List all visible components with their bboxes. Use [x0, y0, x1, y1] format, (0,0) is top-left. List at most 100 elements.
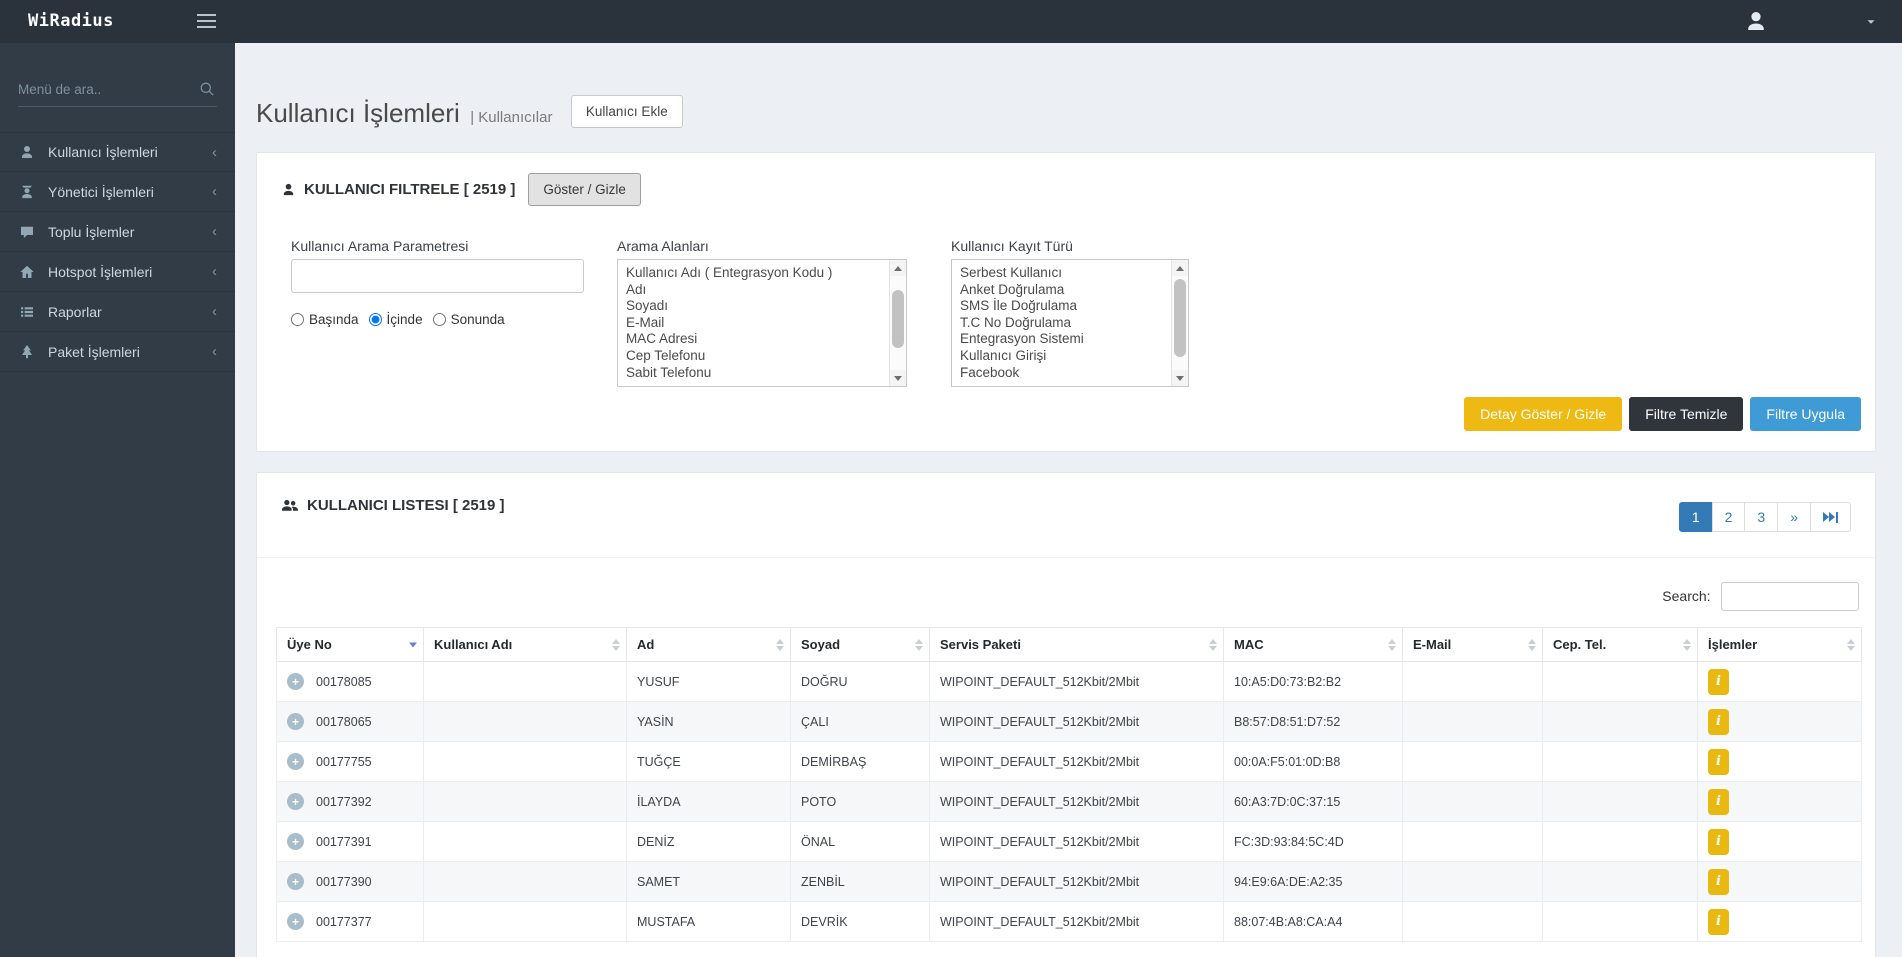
table-header-cell[interactable]: Cep. Tel.: [1543, 628, 1698, 662]
scrollbar-thumb[interactable]: [1174, 279, 1186, 357]
main-content: Kullanıcı İşlemleri | Kullanıcılar Kulla…: [235, 43, 1902, 957]
listbox-option[interactable]: Cep Telefonu: [626, 348, 884, 365]
expand-row-button[interactable]: +: [287, 833, 304, 850]
scrollbar[interactable]: [1171, 260, 1188, 386]
row-info-button[interactable]: i: [1708, 709, 1729, 735]
next-page-button[interactable]: »: [1777, 502, 1811, 532]
sort-icons[interactable]: [1847, 639, 1855, 651]
expand-row-button[interactable]: +: [287, 793, 304, 810]
chevron-down-icon[interactable]: [1864, 15, 1878, 29]
sort-icons[interactable]: [776, 639, 784, 651]
search-param-input[interactable]: [291, 259, 584, 293]
listbox-option[interactable]: SMS İle Doğrulama: [960, 298, 1166, 315]
listbox-option[interactable]: Facebook: [960, 365, 1166, 382]
listbox-option[interactable]: Entegrasyon Sistemi: [960, 331, 1166, 348]
row-info-button[interactable]: i: [1708, 829, 1729, 855]
search-fields-group: Arama Alanları Kullanıcı Adı ( Entegrasy…: [617, 238, 907, 387]
email-value: [1403, 902, 1543, 942]
sidebar-item-raporlar[interactable]: Raporlar ‹: [0, 292, 235, 332]
table-row[interactable]: +00177392 İLAYDA POTO WIPOINT_DEFAULT_51…: [277, 782, 1862, 822]
scroll-down-icon[interactable]: [890, 370, 906, 386]
detail-toggle-button[interactable]: Detay Göster / Gizle: [1464, 397, 1622, 431]
sidebar-item-yonetici-islemleri[interactable]: Yönetici İşlemleri ‹: [0, 172, 235, 212]
sort-icons[interactable]: [1683, 639, 1691, 651]
table-header-cell[interactable]: Servis Paketi: [930, 628, 1224, 662]
table-row[interactable]: +00177390 SAMET ZENBİL WIPOINT_DEFAULT_5…: [277, 862, 1862, 902]
listbox-option[interactable]: Adı: [626, 282, 884, 299]
sort-icons[interactable]: [612, 639, 620, 651]
row-info-button[interactable]: i: [1708, 669, 1729, 695]
comment-icon: [19, 224, 35, 240]
listbox-option[interactable]: Soyadı: [626, 298, 884, 315]
sidebar-item-hotspot-islemleri[interactable]: Hotspot İşlemleri ‹: [0, 252, 235, 292]
table-row[interactable]: +00178065 YASİN ÇALI WIPOINT_DEFAULT_512…: [277, 702, 1862, 742]
table-header-cell[interactable]: Ad: [627, 628, 791, 662]
table-header-cell[interactable]: İşlemler: [1698, 628, 1862, 662]
sort-icons[interactable]: [915, 639, 923, 651]
row-info-button[interactable]: i: [1708, 749, 1729, 775]
kullanici-adi-value: [424, 902, 627, 942]
radio-input[interactable]: [433, 313, 446, 326]
row-info-button[interactable]: i: [1708, 869, 1729, 895]
last-page-button[interactable]: [1810, 502, 1851, 532]
sidebar-search-input[interactable]: [18, 82, 188, 97]
sidebar-item-toplu-islemler[interactable]: Toplu İşlemler ‹: [0, 212, 235, 252]
scroll-down-icon[interactable]: [1172, 370, 1188, 386]
radio-option[interactable]: Başında: [291, 312, 359, 327]
sort-icons[interactable]: [1209, 639, 1217, 651]
table-row[interactable]: +00178085 YUSUF DOĞRU WIPOINT_DEFAULT_51…: [277, 662, 1862, 702]
radio-option[interactable]: Sonunda: [433, 312, 505, 327]
registration-type-listbox[interactable]: Serbest KullanıcıAnket DoğrulamaSMS İle …: [951, 259, 1189, 387]
listbox-option[interactable]: E-Mail: [626, 315, 884, 332]
listbox-option[interactable]: Serbest Kullanıcı: [960, 265, 1166, 282]
table-row[interactable]: +00177755 TUĞÇE DEMİRBAŞ WIPOINT_DEFAULT…: [277, 742, 1862, 782]
expand-row-button[interactable]: +: [287, 713, 304, 730]
scroll-up-icon[interactable]: [890, 260, 906, 276]
table-header-cell[interactable]: Soyad: [791, 628, 930, 662]
table-row[interactable]: +00177391 DENİZ ÖNAL WIPOINT_DEFAULT_512…: [277, 822, 1862, 862]
sidebar-item-paket-islemleri[interactable]: Paket İşlemleri ‹: [0, 332, 235, 372]
radio-option[interactable]: İçinde: [369, 312, 423, 327]
sidebar-item-kullanici-islemleri[interactable]: Kullanıcı İşlemleri ‹: [0, 132, 235, 172]
page-title: Kullanıcı İşlemleri: [256, 98, 460, 128]
sort-icons[interactable]: [1528, 639, 1536, 651]
listbox-option[interactable]: Sabit Telefonu: [626, 365, 884, 382]
radio-input[interactable]: [291, 313, 304, 326]
listbox-option[interactable]: Kullanıcı Girişi: [960, 348, 1166, 365]
scroll-up-icon[interactable]: [1172, 260, 1188, 276]
expand-row-button[interactable]: +: [287, 753, 304, 770]
table-header-cell[interactable]: Üye No: [277, 628, 424, 662]
listbox-option[interactable]: MAC Adresi: [626, 331, 884, 348]
listbox-option[interactable]: Anket Doğrulama: [960, 282, 1166, 299]
search-icon[interactable]: [199, 81, 215, 97]
filter-clear-button[interactable]: Filtre Temizle: [1629, 397, 1743, 431]
expand-row-button[interactable]: +: [287, 673, 304, 690]
table-header-cell[interactable]: MAC: [1224, 628, 1403, 662]
table-row[interactable]: +00177377 MUSTAFA DEVRİK WIPOINT_DEFAULT…: [277, 902, 1862, 942]
row-info-button[interactable]: i: [1708, 789, 1729, 815]
filter-apply-button[interactable]: Filtre Uygula: [1750, 397, 1861, 431]
table-search-input[interactable]: [1721, 582, 1859, 611]
sort-desc-icon[interactable]: [409, 642, 417, 647]
add-user-button[interactable]: Kullanıcı Ekle: [571, 95, 683, 128]
page-1-button[interactable]: 1: [1679, 502, 1713, 532]
expand-row-button[interactable]: +: [287, 913, 304, 930]
row-info-button[interactable]: i: [1708, 909, 1729, 935]
radio-input[interactable]: [369, 313, 382, 326]
table-header-cell[interactable]: Kullanıcı Adı: [424, 628, 627, 662]
page-3-button[interactable]: 3: [1744, 502, 1778, 532]
expand-row-button[interactable]: +: [287, 873, 304, 890]
listbox-option[interactable]: T.C No Doğrulama: [960, 315, 1166, 332]
sort-icons[interactable]: [1388, 639, 1396, 651]
table-header-cell[interactable]: E-Mail: [1403, 628, 1543, 662]
page-2-button[interactable]: 2: [1712, 502, 1746, 532]
table-search-row: Search:: [257, 582, 1859, 611]
cep-tel-value: [1543, 902, 1698, 942]
search-fields-listbox[interactable]: Kullanıcı Adı ( Entegrasyon Kodu )AdıSoy…: [617, 259, 907, 387]
user-avatar-icon[interactable]: [1744, 9, 1768, 33]
scrollbar-thumb[interactable]: [892, 290, 904, 348]
listbox-option[interactable]: Kullanıcı Adı ( Entegrasyon Kodu ): [626, 265, 884, 282]
show-hide-button[interactable]: Göster / Gizle: [528, 173, 641, 206]
scrollbar[interactable]: [889, 260, 906, 386]
sidebar-toggle-icon[interactable]: [197, 14, 216, 32]
